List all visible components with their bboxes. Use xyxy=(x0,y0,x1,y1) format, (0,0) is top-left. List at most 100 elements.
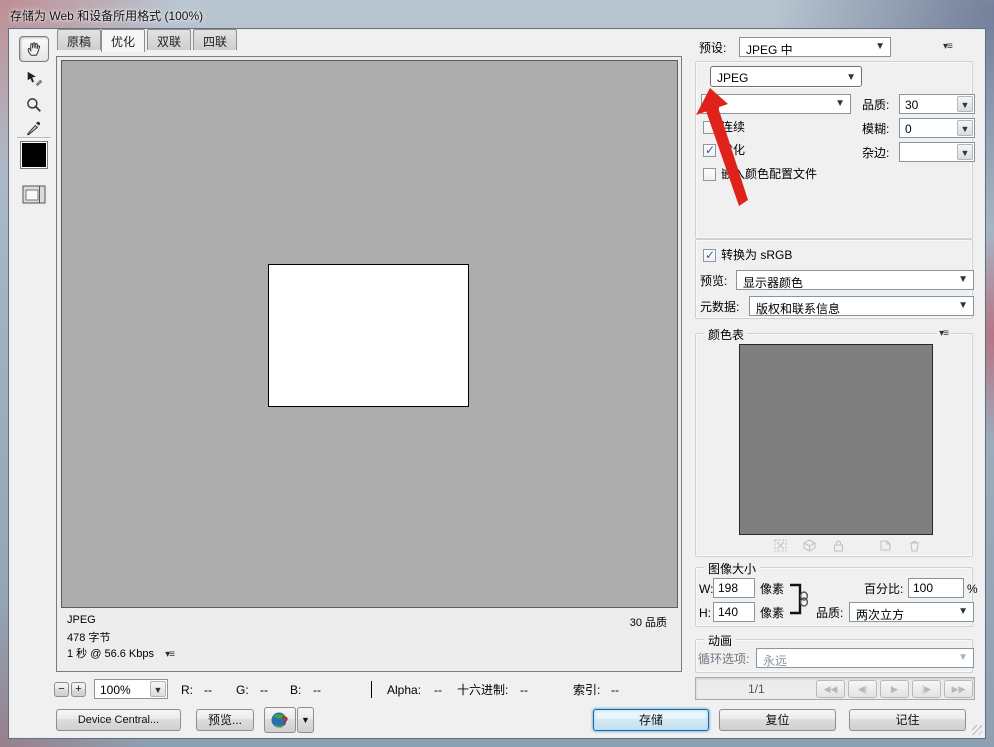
format-value: JPEG xyxy=(717,71,748,85)
width-label: W: xyxy=(699,582,713,596)
chevron-down-icon[interactable]: ▼ xyxy=(957,120,973,136)
compression-value: 中 xyxy=(708,98,720,115)
preset-flyout-menu-icon[interactable]: ▾≡ xyxy=(943,41,952,52)
index-label: 索引: xyxy=(573,683,600,697)
animation-title: 动画 xyxy=(704,632,736,649)
play-button[interactable]: ▶ xyxy=(880,680,909,698)
percent-unit: % xyxy=(967,582,978,596)
progressive-checkbox[interactable] xyxy=(703,121,716,134)
toggle-slices-visibility-button[interactable] xyxy=(19,181,49,207)
metadata-value: 版权和联系信息 xyxy=(756,300,840,317)
g-value: -- xyxy=(260,683,268,697)
blur-spin-combo[interactable]: 0 ▼ xyxy=(899,118,975,138)
plus-icon: + xyxy=(75,683,81,695)
color-table-swatches[interactable] xyxy=(739,344,933,535)
eyedropper-tool[interactable] xyxy=(19,116,49,142)
preview-mode-label: 预览: xyxy=(700,274,727,288)
index-value: -- xyxy=(611,683,619,697)
zoom-tool[interactable] xyxy=(19,92,49,118)
device-central-button[interactable]: Device Central... xyxy=(56,709,181,731)
loop-options-combo[interactable]: 永远 ▼ xyxy=(756,648,974,668)
tab-4up[interactable]: 四联 xyxy=(193,29,237,50)
resample-quality-combo[interactable]: 两次立方 ▼ xyxy=(849,602,974,622)
zoom-level-combo[interactable]: 100% ▼ xyxy=(94,679,168,699)
r-label: R: xyxy=(181,683,193,697)
remember-button[interactable]: 记住 xyxy=(849,709,966,731)
compression-quality-combo[interactable]: 中 ▼ xyxy=(701,94,851,114)
zoom-level-value: 100% xyxy=(100,683,131,697)
format-options-group: JPEG ▼ 中 ▼ 品质: 30 ▼ 连续 模糊: 0 xyxy=(695,61,973,239)
delete-color-icon[interactable] xyxy=(908,539,921,552)
previous-frame-button[interactable]: ◀| xyxy=(848,680,877,698)
tab-2up[interactable]: 双联 xyxy=(147,29,191,50)
percent-input[interactable] xyxy=(908,578,964,598)
height-input[interactable] xyxy=(713,602,755,622)
eyedropper-icon xyxy=(25,120,43,138)
resize-grip[interactable] xyxy=(972,725,982,735)
format-combo[interactable]: JPEG ▼ xyxy=(710,66,862,87)
status-flyout-menu-icon[interactable]: ▾≡ xyxy=(165,649,174,660)
animation-group: 动画 循环选项: 永远 ▼ xyxy=(695,639,973,673)
last-frame-button[interactable]: ▶▶ xyxy=(944,680,973,698)
quality-spin-combo[interactable]: 30 ▼ xyxy=(899,94,975,114)
color-table-flyout-menu-icon[interactable]: ▾≡ xyxy=(937,328,950,339)
lock-color-icon[interactable] xyxy=(832,539,845,552)
quality-label: 品质: xyxy=(862,98,889,112)
tab-original[interactable]: 原稿 xyxy=(57,29,101,50)
chevron-down-icon[interactable]: ▼ xyxy=(957,96,973,112)
optimized-checkbox-row[interactable]: 优化 xyxy=(703,143,745,157)
embed-profile-checkbox-row[interactable]: 嵌入颜色配置文件 xyxy=(703,167,817,181)
next-frame-button[interactable]: |▶ xyxy=(912,680,941,698)
chevron-down-icon: ▼ xyxy=(958,606,968,617)
preview-in-browser-button[interactable]: 预览... xyxy=(196,709,254,731)
zoom-out-button[interactable]: − xyxy=(54,682,69,697)
browser-preview-dropdown[interactable]: ▼ xyxy=(297,707,314,733)
info-bar: − + 100% ▼ R: -- G: -- B: -- Alpha: -- 十… xyxy=(54,679,682,703)
chevron-down-icon: ▼ xyxy=(846,72,856,83)
preset-combo[interactable]: JPEG 中 ▼ xyxy=(739,37,891,57)
chevron-down-icon[interactable]: ▼ xyxy=(150,681,166,697)
slice-select-tool[interactable] xyxy=(19,65,49,91)
eyedropper-color-swatch[interactable] xyxy=(21,142,47,168)
hand-tool[interactable] xyxy=(19,36,49,62)
chevron-down-icon[interactable]: ▼ xyxy=(957,144,973,160)
embed-profile-checkbox[interactable] xyxy=(703,168,716,181)
matte-spin-combo[interactable]: ▼ xyxy=(899,142,975,162)
progressive-checkbox-row[interactable]: 连续 xyxy=(703,120,745,134)
web-shift-cube-icon[interactable] xyxy=(803,539,816,552)
reset-button[interactable]: 复位 xyxy=(719,709,836,731)
blur-label: 模糊: xyxy=(862,122,889,136)
resample-quality-label: 品质: xyxy=(816,606,843,620)
image-size-title: 图像大小 xyxy=(704,560,760,577)
loop-options-value: 永远 xyxy=(763,652,787,669)
browser-globe-icon: ? xyxy=(270,710,290,730)
first-frame-button[interactable]: ◀◀ xyxy=(816,680,845,698)
save-button[interactable]: 存储 xyxy=(593,709,709,731)
screen: 存储为 Web 和设备所用格式 (100%) xyxy=(0,0,994,747)
zoom-in-button[interactable]: + xyxy=(71,682,86,697)
device-central-label: Device Central... xyxy=(78,714,159,726)
metadata-combo[interactable]: 版权和联系信息 ▼ xyxy=(749,296,974,316)
chevron-down-icon: ▼ xyxy=(835,98,845,109)
quality-value: 30 xyxy=(905,98,918,112)
srgb-checkbox[interactable] xyxy=(703,249,716,262)
metadata-label: 元数据: xyxy=(700,300,739,314)
constrain-link-icon[interactable] xyxy=(788,580,812,618)
tab-label: 优化 xyxy=(111,35,135,49)
preview-mode-combo[interactable]: 显示器颜色 ▼ xyxy=(736,270,974,290)
preset-value: JPEG 中 xyxy=(746,41,793,58)
srgb-checkbox-row[interactable]: 转换为 sRGB xyxy=(703,248,792,262)
width-input[interactable] xyxy=(713,578,755,598)
alpha-value: -- xyxy=(434,683,442,697)
tab-label: 双联 xyxy=(157,35,181,49)
tab-optimized[interactable]: 优化 xyxy=(101,29,145,52)
chevron-down-icon: ▼ xyxy=(301,715,310,725)
chevron-down-icon: ▼ xyxy=(958,300,968,311)
snap-to-web-palette-icon[interactable] xyxy=(774,539,787,552)
browser-preview-icon-button[interactable]: ? xyxy=(264,707,296,733)
preview-canvas[interactable] xyxy=(61,60,678,608)
preview-image[interactable] xyxy=(268,264,469,407)
width-unit-label: 像素 xyxy=(760,582,784,596)
optimized-checkbox[interactable] xyxy=(703,144,716,157)
new-color-icon[interactable] xyxy=(879,539,892,552)
